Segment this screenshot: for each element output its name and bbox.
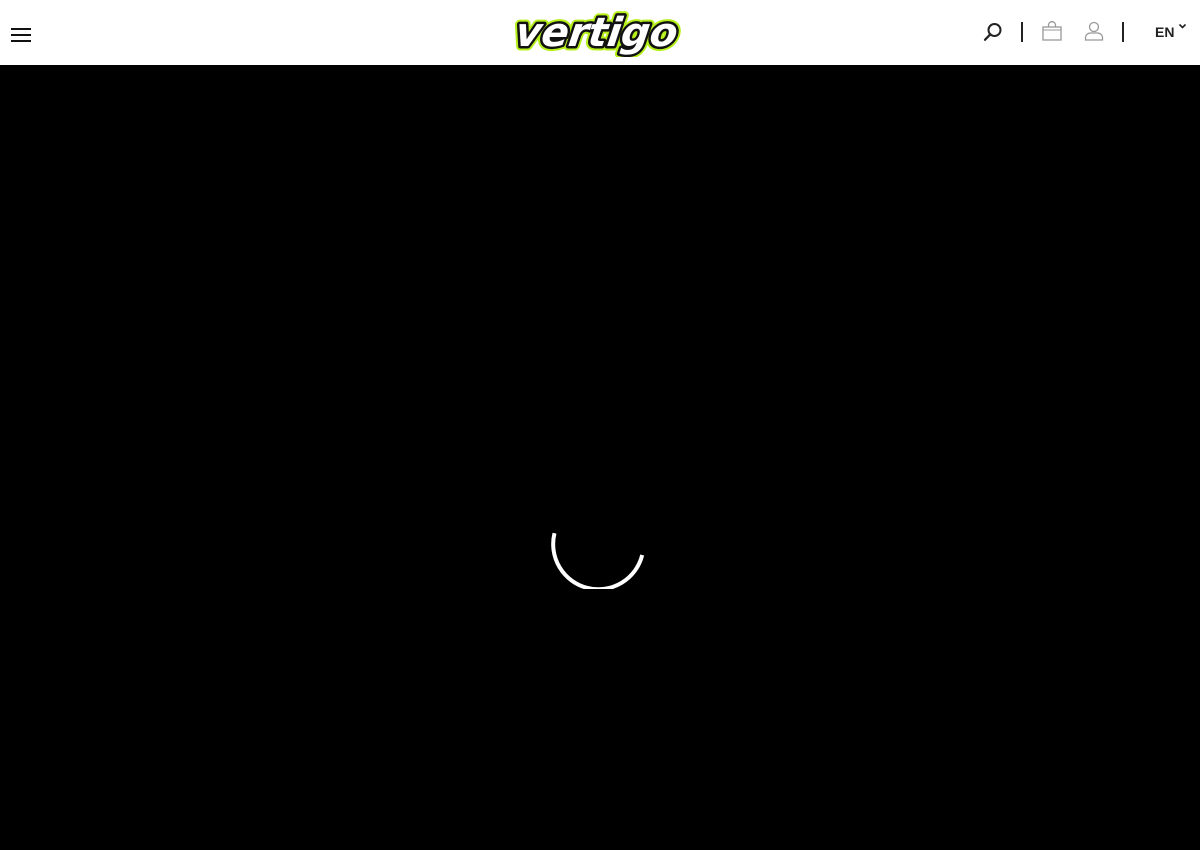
logo-text: vertigo xyxy=(512,10,680,56)
language-label: EN xyxy=(1155,24,1175,40)
loading-spinner-icon xyxy=(549,489,649,594)
page-content xyxy=(0,65,1200,850)
language-selector[interactable]: EN xyxy=(1155,23,1187,42)
menu-line xyxy=(11,40,31,42)
header-divider xyxy=(1122,22,1124,42)
search-icon xyxy=(983,23,1002,41)
menu-line xyxy=(11,34,31,36)
menu-line xyxy=(11,28,31,30)
site-header: vertigo vertigo vertigo EN xyxy=(0,0,1200,65)
shopping-bag-icon xyxy=(1042,21,1062,41)
header-divider xyxy=(1021,22,1023,42)
search-button[interactable] xyxy=(983,22,1003,47)
chevron-down-icon xyxy=(1179,23,1187,29)
cart-button[interactable] xyxy=(1042,21,1062,46)
vertigo-logo-graphic: vertigo vertigo vertigo xyxy=(508,9,685,57)
vertigo-logo[interactable]: vertigo vertigo vertigo xyxy=(500,9,700,57)
account-button[interactable] xyxy=(1084,21,1104,46)
hamburger-menu-button[interactable] xyxy=(11,27,31,43)
user-icon xyxy=(1084,21,1104,41)
